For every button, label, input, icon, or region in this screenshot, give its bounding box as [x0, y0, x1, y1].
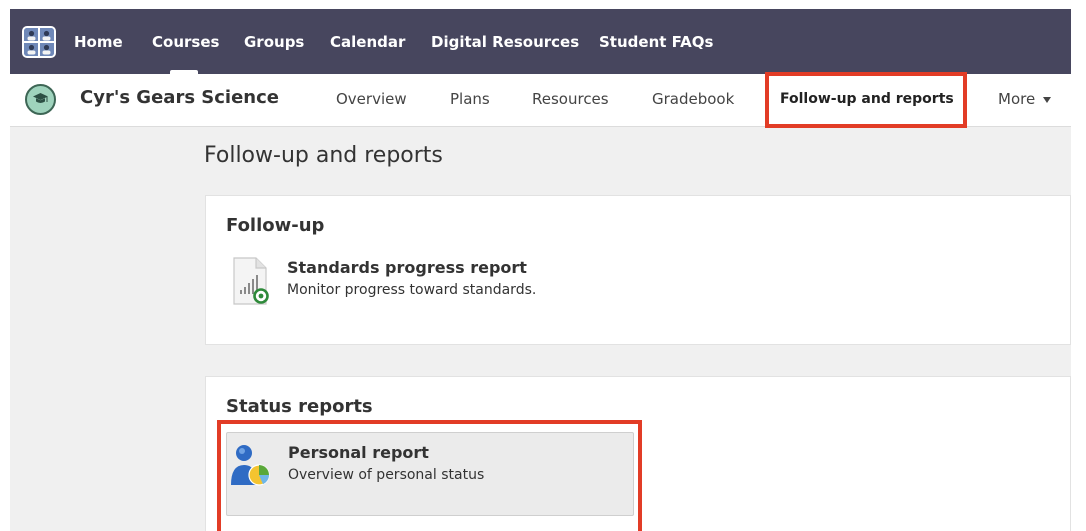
status-reports-heading: Status reports: [226, 396, 373, 417]
personal-report-item[interactable]: Personal report Overview of personal sta…: [226, 432, 634, 516]
course-bar: Cyr's Gears Science Overview Plans Resou…: [10, 74, 1071, 127]
tab-gradebook[interactable]: Gradebook: [652, 90, 734, 108]
tab-overview[interactable]: Overview: [336, 90, 407, 108]
personal-report-description: Overview of personal status: [288, 467, 485, 483]
nav-calendar[interactable]: Calendar: [330, 31, 405, 53]
status-reports-card: Status reports Personal report Overview …: [205, 376, 1071, 531]
personal-report-title: Personal report: [288, 443, 429, 462]
tab-more[interactable]: More: [998, 90, 1052, 108]
follow-up-card: Follow-up Standards progress report Moni…: [205, 195, 1071, 345]
page-title: Follow-up and reports: [204, 143, 443, 168]
school-people-logo-icon[interactable]: [22, 26, 56, 58]
nav-home[interactable]: Home: [74, 31, 123, 53]
nav-groups[interactable]: Groups: [244, 31, 304, 53]
course-title[interactable]: Cyr's Gears Science: [80, 87, 279, 108]
tab-follow-up-and-reports[interactable]: Follow-up and reports: [780, 91, 954, 107]
tab-plans[interactable]: Plans: [450, 90, 490, 108]
chevron-down-icon: [1043, 96, 1052, 103]
tab-more-label: More: [998, 90, 1036, 108]
standards-progress-report-icon: [230, 256, 274, 312]
app-frame: Home Courses Groups Calendar Digital Res…: [10, 9, 1071, 531]
graduation-cap-icon: [25, 84, 56, 115]
standards-progress-report-item[interactable]: Standards progress report Monitor progre…: [230, 256, 790, 312]
personal-report-icon: [229, 441, 273, 493]
follow-up-heading: Follow-up: [226, 215, 325, 236]
standards-progress-report-title: Standards progress report: [287, 258, 527, 277]
top-navigation: Home Courses Groups Calendar Digital Res…: [10, 9, 1071, 74]
tab-resources[interactable]: Resources: [532, 90, 609, 108]
standards-progress-report-description: Monitor progress toward standards.: [287, 282, 537, 298]
nav-student-faqs[interactable]: Student FAQs: [599, 31, 713, 53]
nav-digital-resources[interactable]: Digital Resources: [431, 31, 579, 53]
nav-courses[interactable]: Courses: [152, 31, 219, 53]
